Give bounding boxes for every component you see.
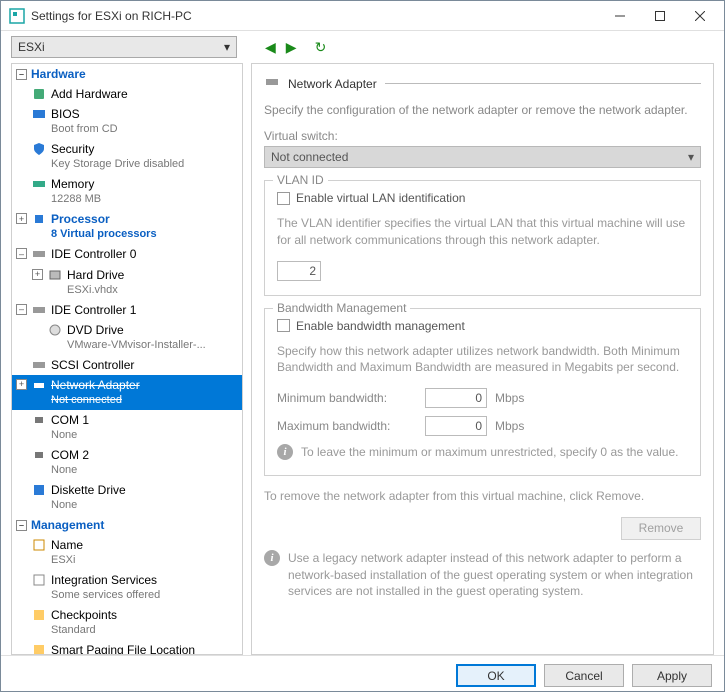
vlan-help: The VLAN identifier specifies the virtua… — [277, 215, 688, 249]
remove-help: To remove the network adapter from this … — [264, 488, 701, 505]
tree-diskette[interactable]: Diskette DriveNone — [12, 480, 242, 515]
window-title: Settings for ESXi on RICH-PC — [31, 9, 600, 23]
title-rule — [385, 83, 701, 84]
tree-processor[interactable]: + Processor8 Virtual processors — [12, 209, 242, 244]
ok-button[interactable]: OK — [456, 664, 536, 687]
com-port-icon — [31, 412, 47, 428]
app-icon — [9, 8, 25, 24]
legacy-note: Use a legacy network adapter instead of … — [288, 550, 701, 600]
collapse-icon[interactable]: – — [16, 304, 27, 315]
expand-icon[interactable]: + — [32, 269, 43, 280]
min-bandwidth-label: Minimum bandwidth: — [277, 391, 417, 405]
category-management-label: Management — [31, 518, 104, 532]
tree-com1[interactable]: COM 1None — [12, 410, 242, 445]
dialog-footer: OK Cancel Apply — [1, 655, 724, 695]
chevron-down-icon: ▾ — [688, 150, 694, 164]
mbps-unit: Mbps — [495, 419, 524, 433]
controller-icon — [31, 302, 47, 318]
tree-ide1-dvd[interactable]: DVD DriveVMware-VMvisor-Installer-... — [12, 320, 242, 355]
tree-com2[interactable]: COM 2None — [12, 445, 242, 480]
network-adapter-icon — [264, 74, 280, 93]
memory-icon — [31, 176, 47, 192]
network-icon — [31, 377, 47, 393]
detail-title: Network Adapter — [288, 77, 377, 91]
vm-selector-row: ESXi ▾ ◀ ▶ ↻ — [1, 31, 724, 63]
bandwidth-note: To leave the minimum or maximum unrestri… — [301, 444, 678, 461]
max-bandwidth-field[interactable]: 0 — [425, 416, 487, 436]
close-button[interactable] — [680, 2, 720, 30]
tree-bios[interactable]: BIOSBoot from CD — [12, 104, 242, 139]
com-port-icon — [31, 447, 47, 463]
expand-icon[interactable]: + — [16, 379, 27, 390]
cancel-button[interactable]: Cancel — [544, 664, 624, 687]
shield-icon — [31, 141, 47, 157]
bandwidth-group: Bandwidth Management Enable bandwidth ma… — [264, 308, 701, 476]
tree-ide0-harddrive[interactable]: + Hard DriveESXi.vhdx — [12, 265, 242, 300]
tree-memory[interactable]: Memory12288 MB — [12, 174, 242, 209]
chevron-down-icon: ▾ — [224, 40, 230, 54]
mbps-unit: Mbps — [495, 391, 524, 405]
integration-icon — [31, 572, 47, 588]
collapse-icon[interactable]: – — [16, 520, 27, 531]
category-hardware-label: Hardware — [31, 67, 86, 81]
tree-ide1[interactable]: – IDE Controller 1 — [12, 300, 242, 320]
collapse-icon[interactable]: – — [16, 248, 27, 259]
virtual-switch-value: Not connected — [271, 150, 348, 164]
name-icon — [31, 537, 47, 553]
detail-description: Specify the configuration of the network… — [264, 103, 701, 117]
vlan-enable-label: Enable virtual LAN identification — [296, 191, 465, 205]
vlan-group-title: VLAN ID — [273, 173, 328, 187]
vm-select[interactable]: ESXi ▾ — [11, 36, 237, 58]
bandwidth-enable-checkbox[interactable] — [277, 319, 290, 332]
vm-select-value: ESXi — [18, 40, 45, 54]
nav-next-icon[interactable]: ▶ — [286, 39, 297, 56]
vlan-enable-checkbox[interactable] — [277, 192, 290, 205]
tree-scsi[interactable]: SCSI Controller — [12, 355, 242, 375]
settings-tree[interactable]: – Hardware Add Hardware BIOSBoot from CD… — [11, 63, 243, 655]
min-bandwidth-field[interactable]: 0 — [425, 388, 487, 408]
info-icon: i — [264, 550, 280, 566]
category-management[interactable]: – Management — [12, 515, 242, 535]
vlan-id-field[interactable]: 2 — [277, 261, 321, 281]
processor-icon — [31, 211, 47, 227]
info-icon: i — [277, 444, 293, 460]
tree-ide0[interactable]: – IDE Controller 0 — [12, 244, 242, 264]
detail-pane: Network Adapter Specify the configuratio… — [251, 63, 714, 655]
tree-network-adapter[interactable]: + Network AdapterNot connected — [12, 375, 242, 410]
tree-checkpoints[interactable]: CheckpointsStandard — [12, 605, 242, 640]
refresh-icon[interactable]: ↻ — [315, 39, 327, 56]
controller-icon — [31, 357, 47, 373]
diskette-icon — [31, 482, 47, 498]
max-bandwidth-label: Maximum bandwidth: — [277, 419, 417, 433]
tree-name[interactable]: NameESXi — [12, 535, 242, 570]
titlebar: Settings for ESXi on RICH-PC — [1, 1, 724, 31]
checkpoint-icon — [31, 607, 47, 623]
minimize-button[interactable] — [600, 2, 640, 30]
maximize-button[interactable] — [640, 2, 680, 30]
bandwidth-group-title: Bandwidth Management — [273, 301, 410, 315]
tree-security[interactable]: SecurityKey Storage Drive disabled — [12, 139, 242, 174]
collapse-icon[interactable]: – — [16, 69, 27, 80]
bandwidth-enable-label: Enable bandwidth management — [296, 319, 465, 333]
virtual-switch-label: Virtual switch: — [264, 129, 701, 143]
controller-icon — [31, 246, 47, 262]
virtual-switch-select[interactable]: Not connected ▾ — [264, 146, 701, 168]
dvd-icon — [47, 322, 63, 338]
harddrive-icon — [47, 267, 63, 283]
bios-icon — [31, 106, 47, 122]
category-hardware[interactable]: – Hardware — [12, 64, 242, 84]
paging-icon — [31, 642, 47, 655]
apply-button[interactable]: Apply — [632, 664, 712, 687]
main-area: – Hardware Add Hardware BIOSBoot from CD… — [1, 63, 724, 655]
tree-paging[interactable]: Smart Paging File LocationG:\ESXI\ESXi — [12, 640, 242, 655]
add-hardware-icon — [31, 86, 47, 102]
remove-button[interactable]: Remove — [621, 517, 701, 540]
expand-icon[interactable]: + — [16, 213, 27, 224]
nav-prev-icon[interactable]: ◀ — [265, 39, 276, 56]
vlan-group: VLAN ID Enable virtual LAN identificatio… — [264, 180, 701, 296]
tree-add-hardware[interactable]: Add Hardware — [12, 84, 242, 104]
tree-integration[interactable]: Integration ServicesSome services offere… — [12, 570, 242, 605]
bandwidth-help: Specify how this network adapter utilize… — [277, 343, 688, 377]
